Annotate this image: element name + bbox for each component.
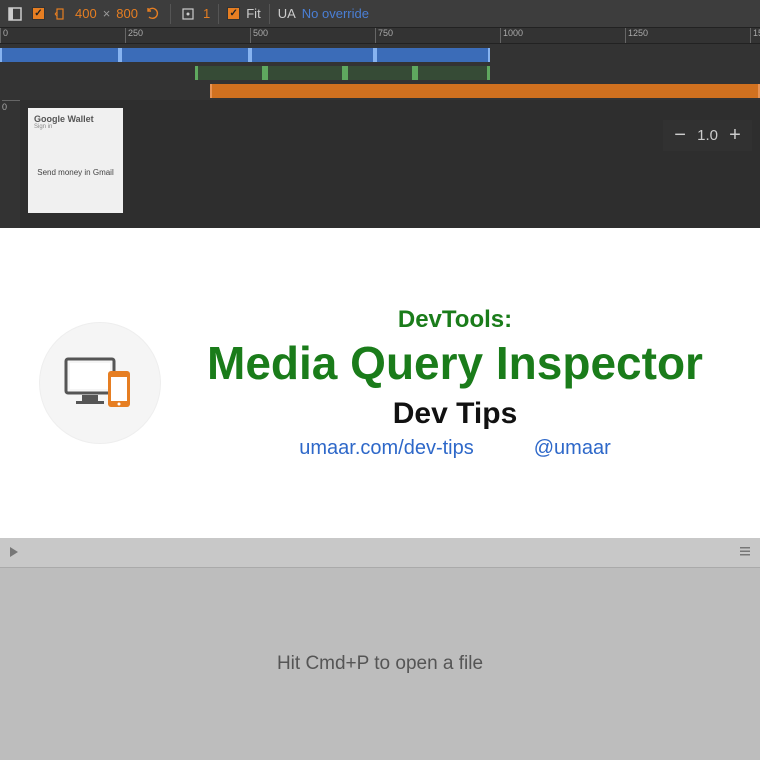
zoom-value: 1.0: [697, 127, 718, 144]
ruler-tick: 750: [375, 28, 393, 43]
ruler-tick: 1250: [625, 28, 648, 43]
zoom-in-button[interactable]: +: [726, 124, 744, 147]
page-thumbnail[interactable]: Google Wallet Sign in Send money in Gmai…: [28, 108, 123, 213]
mq-bar-min-max[interactable]: [415, 66, 490, 80]
title-card: DevTools: Media Query Inspector Dev Tips…: [0, 228, 760, 538]
viewport-preview[interactable]: Google Wallet Sign in Send money in Gmai…: [20, 100, 760, 230]
play-icon[interactable]: [8, 545, 20, 561]
toolbar-divider-2: [218, 4, 219, 24]
width-value[interactable]: 400: [75, 6, 97, 21]
device-toolbar: 400 × 800 1 Fit UA No override: [0, 0, 760, 28]
mq-bar-min-max[interactable]: [345, 66, 415, 80]
dimensions-checkbox[interactable]: [32, 7, 45, 20]
horizontal-ruler: 0 250 500 750 1000 1250 1500: [0, 28, 760, 44]
thumb-sub: Sign in: [34, 124, 117, 130]
thumb-logo: Google Wallet: [34, 114, 117, 124]
mq-bar-max-width[interactable]: [120, 48, 250, 62]
zoom-out-button[interactable]: −: [671, 124, 689, 147]
ruler-tick: 0: [0, 28, 8, 43]
sources-toolbar: [0, 538, 760, 568]
fit-control[interactable]: Fit: [227, 6, 260, 21]
media-query-inspector[interactable]: [0, 44, 760, 100]
sources-empty-state: Hit Cmd+P to open a file: [0, 568, 760, 760]
zoom-control: − 1.0 +: [663, 120, 752, 151]
mq-bar-min-max[interactable]: [265, 66, 345, 80]
toolbar-divider: [170, 4, 171, 24]
ruler-tick: 1500: [750, 28, 760, 43]
fit-label: Fit: [246, 6, 260, 21]
fit-checkbox[interactable]: [227, 7, 240, 20]
dpr-icon: [179, 5, 197, 23]
toolbar-divider-3: [269, 4, 270, 24]
ua-label: UA: [278, 6, 296, 21]
open-file-hint: Hit Cmd+P to open a file: [277, 653, 483, 675]
swap-icon[interactable]: [144, 5, 162, 23]
dpr-value[interactable]: 1: [203, 6, 210, 21]
devices-icon: [40, 323, 160, 443]
card-subtitle: Dev Tips: [190, 397, 720, 431]
preview-area: 0 Google Wallet Sign in Send money in Gm…: [0, 100, 760, 230]
title-text-block: DevTools: Media Query Inspector Dev Tips…: [190, 306, 720, 460]
twitter-link[interactable]: @umaar: [534, 437, 611, 460]
card-links: umaar.com/dev-tips @umaar: [190, 437, 720, 460]
ua-control[interactable]: UA No override: [278, 6, 369, 21]
height-value[interactable]: 800: [116, 6, 138, 21]
mq-bar-min-width[interactable]: [210, 84, 760, 98]
mq-bar-max-width[interactable]: [375, 48, 490, 62]
ruler-tick: 0: [2, 100, 22, 112]
sources-panel: Hit Cmd+P to open a file: [0, 538, 760, 760]
card-pretitle: DevTools:: [190, 306, 720, 334]
dpr-control[interactable]: 1: [179, 5, 210, 23]
mq-bar-max-width[interactable]: [0, 48, 120, 62]
overflow-icon[interactable]: [738, 544, 752, 561]
dock-icon[interactable]: [6, 5, 24, 23]
rotate-icon[interactable]: [51, 5, 69, 23]
dimensions-control[interactable]: 400 × 800: [32, 5, 162, 23]
thumb-body: Send money in Gmail: [34, 168, 117, 177]
ua-value[interactable]: No override: [302, 6, 369, 21]
vertical-ruler: 0: [0, 100, 20, 230]
card-title: Media Query Inspector: [190, 338, 720, 389]
ruler-tick: 250: [125, 28, 143, 43]
ruler-tick: 500: [250, 28, 268, 43]
ruler-tick: 1000: [500, 28, 523, 43]
dimension-separator: ×: [103, 6, 111, 21]
mq-bar-max-width[interactable]: [250, 48, 375, 62]
mq-bar-min-max[interactable]: [195, 66, 265, 80]
website-link[interactable]: umaar.com/dev-tips: [299, 437, 474, 460]
